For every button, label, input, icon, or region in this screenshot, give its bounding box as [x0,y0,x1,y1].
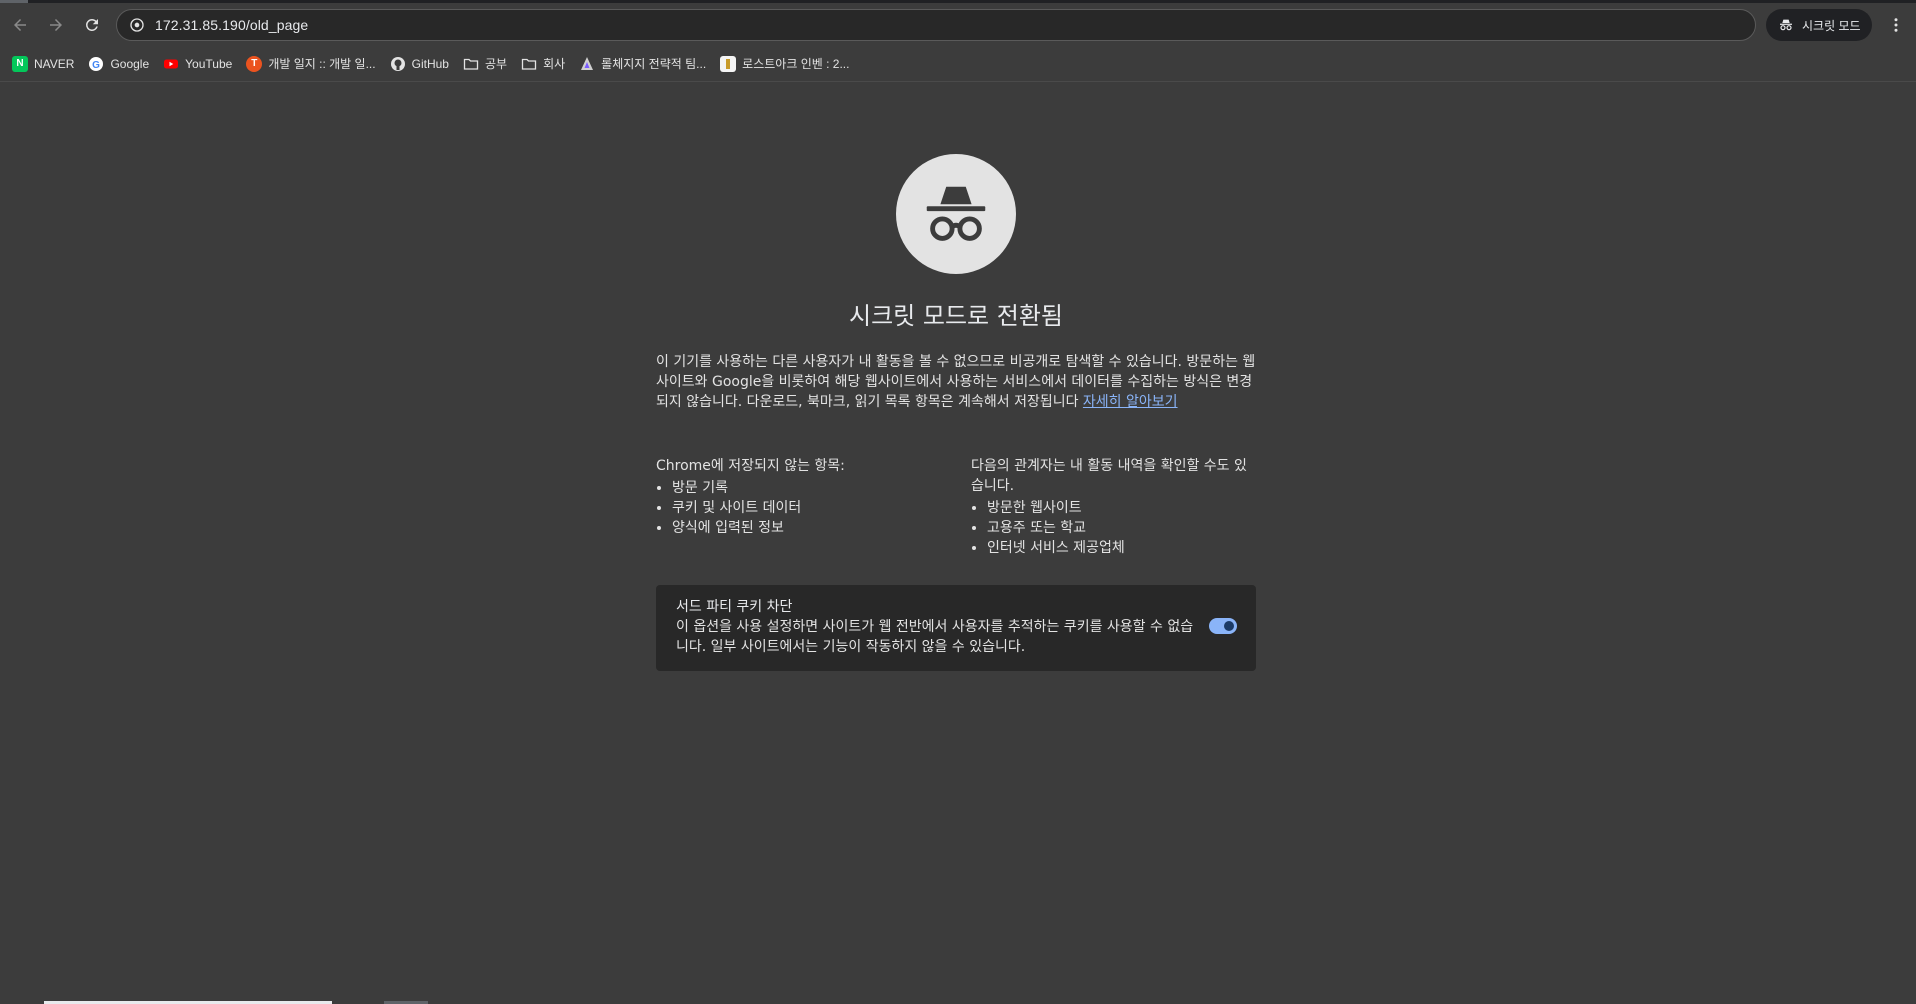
not-saved-list: 방문 기록 쿠키 및 사이트 데이터 양식에 입력된 정보 [656,478,956,538]
visible-to-heading: 다음의 관계자는 내 활동 내역을 확인할 수도 있습니다. [971,458,1247,494]
block-third-party-cookies-toggle[interactable] [1209,618,1237,634]
folder-icon [463,56,479,72]
incognito-indicator[interactable]: 시크릿 모드 [1766,9,1872,41]
bookmark-label: 회사 [543,57,566,71]
bookmark-dev-journal[interactable]: T 개발 일지 :: 개발 일... [240,50,381,78]
bookmark-label: 개발 일지 :: 개발 일... [268,57,376,71]
site-info-icon[interactable] [123,11,151,39]
incognito-new-tab-page: 시크릿 모드로 전환됨 이 기기를 사용하는 다른 사용자가 내 활동을 볼 수… [0,82,1916,1004]
incognito-label: 시크릿 모드 [1802,18,1861,33]
bookmark-github[interactable]: GitHub [384,50,455,78]
bookmark-lolchess[interactable]: 롤체지지 전략적 팀... [573,50,712,78]
toggle-knob [1224,621,1234,631]
more-vert-icon [1894,18,1898,32]
bookmark-inven[interactable]: 로스트아크 인벤 : 2... [714,50,855,78]
visible-to-section: 다음의 관계자는 내 활동 내역을 확인할 수도 있습니다. 방문한 웹사이트 … [971,456,1256,558]
browser-window: 172.31.85.190/old_page 시크릿 모드 N NAVER G … [0,0,1916,1004]
lolchess-icon [579,56,595,72]
visible-to-list: 방문한 웹사이트 고용주 또는 학교 인터넷 서비스 제공업체 [971,498,1256,558]
url-text[interactable]: 172.31.85.190/old_page [155,17,308,33]
bookmark-label: GitHub [411,56,449,71]
bookmark-label: NAVER [34,56,75,71]
list-item: 쿠키 및 사이트 데이터 [672,498,956,518]
list-item: 인터넷 서비스 제공업체 [987,538,1256,558]
github-icon [390,56,406,72]
cookie-card-title: 서드 파티 쿠키 차단 [676,599,793,615]
list-item: 고용주 또는 학교 [987,518,1256,538]
folder-icon [521,56,537,72]
forward-button[interactable] [40,9,72,41]
reload-icon [85,18,98,31]
arrow-right-icon [50,18,62,31]
google-icon: G [88,56,104,72]
address-bar[interactable]: 172.31.85.190/old_page [116,9,1756,41]
bookmark-label: Google [110,56,150,71]
bookmark-folder-company[interactable]: 회사 [515,50,571,78]
back-button[interactable] [4,9,36,41]
bookmark-youtube[interactable]: YouTube [157,50,238,78]
toolbar: 172.31.85.190/old_page 시크릿 모드 [0,3,1916,46]
list-item: 방문한 웹사이트 [987,498,1256,518]
info-circle-icon [130,18,144,32]
tistory-icon: T [246,55,263,72]
bookmark-google[interactable]: G Google [82,50,155,78]
bookmark-label: 공부 [484,57,508,71]
bookmark-folder-study[interactable]: 공부 [457,50,513,78]
bookmark-label: YouTube [185,56,233,71]
incognito-icon [896,154,1016,274]
not-saved-heading: Chrome에 저장되지 않는 항목: [656,458,845,474]
incognito-icon [1780,19,1792,31]
inven-icon [720,55,737,72]
third-party-cookie-card: 서드 파티 쿠키 차단 이 옵션을 사용 설정하면 사이트가 웹 전반에서 사용… [656,585,1256,671]
intro-text: 이 기기를 사용하는 다른 사용자가 내 활동을 볼 수 없으므로 비공개로 탐… [656,352,1256,412]
reload-button[interactable] [76,9,108,41]
bookmark-naver[interactable]: N NAVER [6,50,80,78]
bookmark-label: 로스트아크 인벤 : 2... [742,57,850,71]
youtube-icon [163,56,179,72]
learn-more-link[interactable]: 자세히 알아보기 [1083,394,1178,410]
bookmark-label: 롤체지지 전략적 팀... [601,57,707,71]
list-item: 양식에 입력된 정보 [672,518,956,538]
bookmarks-bar: N NAVER G Google YouTube T 개발 일지 :: 개발 일… [0,46,1916,82]
list-item: 방문 기록 [672,478,956,498]
not-saved-section: Chrome에 저장되지 않는 항목: 방문 기록 쿠키 및 사이트 데이터 양… [656,456,956,538]
arrow-left-icon [14,18,26,31]
chrome-menu-button[interactable] [1884,13,1908,37]
svg-text:G: G [93,60,101,71]
page-title: 시크릿 모드로 전환됨 [849,302,1063,330]
cookie-card-description: 이 옵션을 사용 설정하면 사이트가 웹 전반에서 사용자를 추적하는 쿠키를 … [676,619,1194,655]
naver-icon: N [12,55,28,72]
